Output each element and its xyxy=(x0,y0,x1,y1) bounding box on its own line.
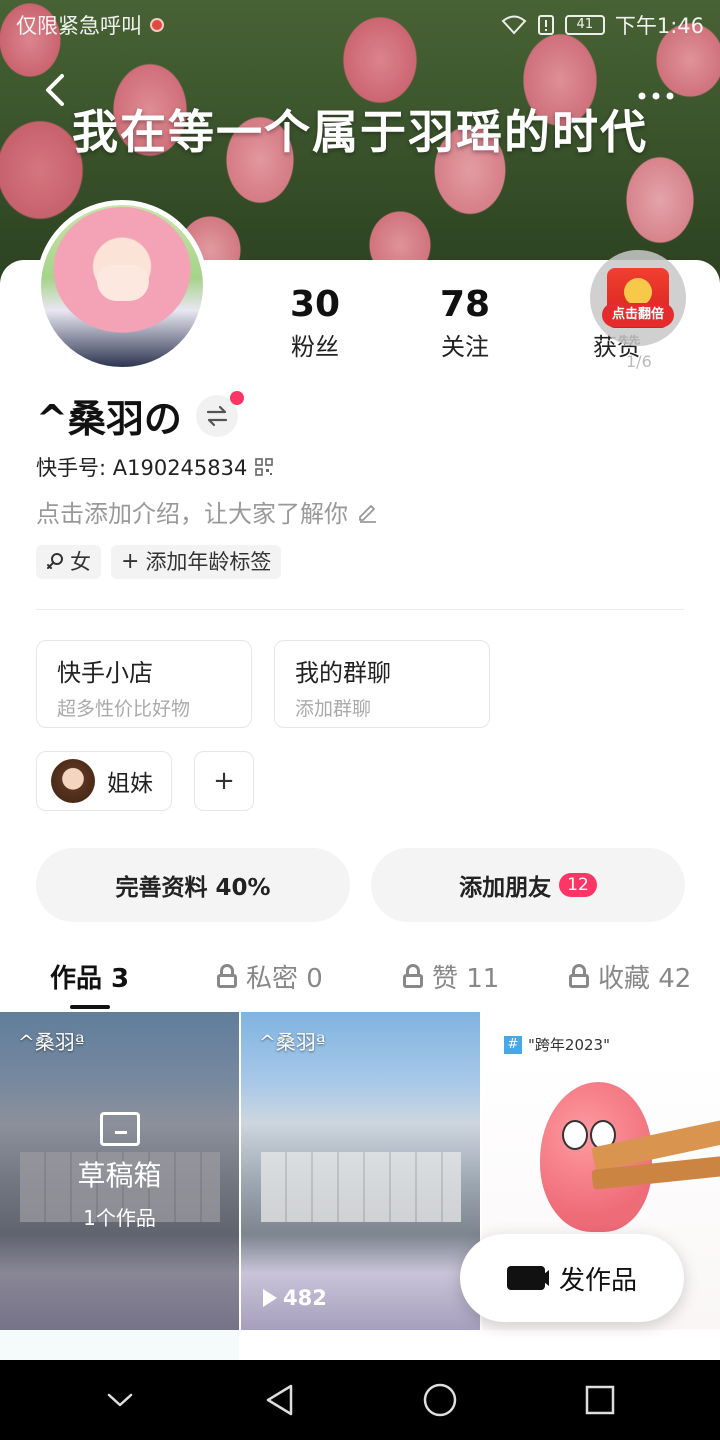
grid-bottom-tint xyxy=(0,1330,239,1360)
tab-works-label: 作品 3 xyxy=(50,963,130,994)
shop-entry-title: 快手小店 xyxy=(57,659,153,687)
chevron-down-icon xyxy=(107,1393,133,1407)
drafts-cell[interactable]: ^桑羽ª 草稿箱 1个作品 xyxy=(0,1012,239,1330)
stat-following[interactable]: 78 关注 xyxy=(420,284,510,362)
carrier-text: 仅限紧急呼叫 xyxy=(16,14,142,38)
system-nav-bar xyxy=(0,1360,720,1440)
name-row: ^桑羽の xyxy=(36,388,244,443)
redpacket-progress: 1/6 xyxy=(626,352,652,371)
more-dots-icon xyxy=(638,92,674,100)
battery-icon: 41 xyxy=(564,15,605,35)
profile-screen: 仅限紧急呼叫 41 下午1:46 我在等一个属于羽瑶的时代 30 粉丝 78 关… xyxy=(0,0,720,1440)
fans-label: 粉丝 xyxy=(291,333,339,361)
banner-title: 我在等一个属于羽瑶的时代 xyxy=(72,105,648,159)
edit-pencil-icon xyxy=(359,504,376,523)
shop-entry-subtitle: 超多性价比好物 xyxy=(57,698,191,720)
play-count-value: 482 xyxy=(283,1286,327,1310)
tab-favorites[interactable]: 收藏 42 xyxy=(568,950,691,1002)
drafts-info: 草稿箱 1个作品 xyxy=(0,1112,239,1231)
topic-tag: # "跨年2023" xyxy=(504,1034,610,1055)
add-friends-label: 添加朋友 xyxy=(459,875,552,901)
friend-chip-label: 姐妹 xyxy=(107,771,153,797)
gender-label: 女 xyxy=(70,550,91,574)
sim-alert-icon xyxy=(537,15,554,35)
following-count: 78 xyxy=(439,284,491,325)
fans-count: 30 xyxy=(289,284,341,325)
drafts-count: 1个作品 xyxy=(83,1206,156,1230)
friend-chip[interactable]: 姐妹 xyxy=(36,751,172,811)
lock-icon xyxy=(402,964,424,988)
plus-icon: + xyxy=(121,549,140,574)
plus-icon: + xyxy=(213,766,235,796)
status-bar: 仅限紧急呼叫 41 下午1:46 xyxy=(0,0,720,50)
folder-icon xyxy=(99,1112,140,1146)
video-overlay-text: ^桑羽ª xyxy=(259,1030,326,1054)
square-recents-icon xyxy=(585,1385,615,1415)
camera-icon xyxy=(506,1266,549,1290)
add-relation-button[interactable]: + xyxy=(194,751,254,811)
notification-dot xyxy=(229,390,244,405)
divider xyxy=(36,609,684,610)
wifi-icon xyxy=(501,15,527,35)
lock-icon xyxy=(568,964,590,988)
group-chat-entry-title: 我的群聊 xyxy=(295,659,391,687)
tab-active-indicator xyxy=(70,1005,110,1009)
group-chat-entry[interactable]: 我的群聊 添加群聊 xyxy=(274,640,490,728)
circle-home-icon xyxy=(423,1383,457,1417)
add-age-label: 添加年龄标签 xyxy=(145,550,272,574)
cartoon-eye xyxy=(562,1120,588,1150)
shop-entry[interactable]: 快手小店 超多性价比好物 xyxy=(36,640,252,728)
more-button[interactable] xyxy=(636,76,676,109)
nav-recents-button[interactable] xyxy=(570,1370,630,1430)
post-work-button[interactable]: 发作品 xyxy=(460,1234,684,1322)
video-cell[interactable]: ^桑羽ª 482 xyxy=(241,1012,480,1330)
complete-profile-label: 完善资料 40% xyxy=(115,875,271,901)
complete-profile-button[interactable]: 完善资料 40% xyxy=(36,848,350,922)
notification-icon xyxy=(150,18,164,32)
tag-row: 女 + 添加年龄标签 xyxy=(36,545,282,579)
post-work-label: 发作品 xyxy=(558,1265,637,1296)
video-overlay-text: ^桑羽ª xyxy=(18,1030,85,1054)
stat-fans[interactable]: 30 粉丝 xyxy=(270,284,360,362)
avatar[interactable] xyxy=(36,200,208,372)
topic-tag-text: "跨年2023" xyxy=(528,1036,610,1054)
lock-icon xyxy=(216,964,238,988)
nav-back-button[interactable] xyxy=(250,1370,310,1430)
clock-text: 下午1:46 xyxy=(614,14,704,38)
redpacket-label[interactable]: 点击翻倍 xyxy=(602,303,674,327)
tab-likes-label: 赞 11 xyxy=(432,963,500,994)
tab-works[interactable]: 作品 3 xyxy=(50,950,129,1002)
add-friends-badge: 12 xyxy=(559,873,597,897)
kuaishou-id: 快手号: A190245834 xyxy=(36,456,248,480)
play-count: 482 xyxy=(263,1286,327,1310)
switch-account-button[interactable] xyxy=(195,390,244,437)
intro-placeholder: 点击添加介绍，让大家了解你 xyxy=(36,500,348,528)
kuaishou-id-row[interactable]: 快手号: A190245834 xyxy=(36,452,274,482)
swap-arrows-icon xyxy=(206,405,227,426)
tab-private[interactable]: 私密 0 xyxy=(216,950,323,1002)
following-label: 关注 xyxy=(441,333,489,361)
add-age-tag[interactable]: + 添加年龄标签 xyxy=(111,545,282,579)
drafts-title: 草稿箱 xyxy=(77,1159,162,1192)
username: ^桑羽の xyxy=(36,397,182,441)
gender-tag[interactable]: 女 xyxy=(36,545,101,579)
nav-hide-button[interactable] xyxy=(90,1370,150,1430)
tab-private-label: 私密 0 xyxy=(246,963,323,994)
hashtag-icon: # xyxy=(504,1035,522,1054)
qr-code-icon[interactable] xyxy=(255,458,274,476)
tab-likes[interactable]: 赞 11 xyxy=(402,950,499,1002)
nav-home-button[interactable] xyxy=(410,1370,470,1430)
chevron-left-icon xyxy=(46,74,64,106)
back-button[interactable] xyxy=(36,70,76,110)
play-icon xyxy=(263,1289,277,1307)
group-chat-entry-subtitle: 添加群聊 xyxy=(295,698,372,720)
content-tabs: 作品 3 私密 0 赞 11 收藏 42 xyxy=(0,950,720,1010)
add-friends-button[interactable]: 添加朋友 12 xyxy=(371,848,685,922)
triangle-back-icon xyxy=(266,1384,293,1416)
female-symbol-icon xyxy=(47,553,63,569)
tab-favorites-label: 收藏 42 xyxy=(598,963,692,994)
redpacket-float-button[interactable] xyxy=(590,250,686,346)
friend-avatar xyxy=(51,759,95,803)
intro-row[interactable]: 点击添加介绍，让大家了解你 xyxy=(36,494,380,529)
